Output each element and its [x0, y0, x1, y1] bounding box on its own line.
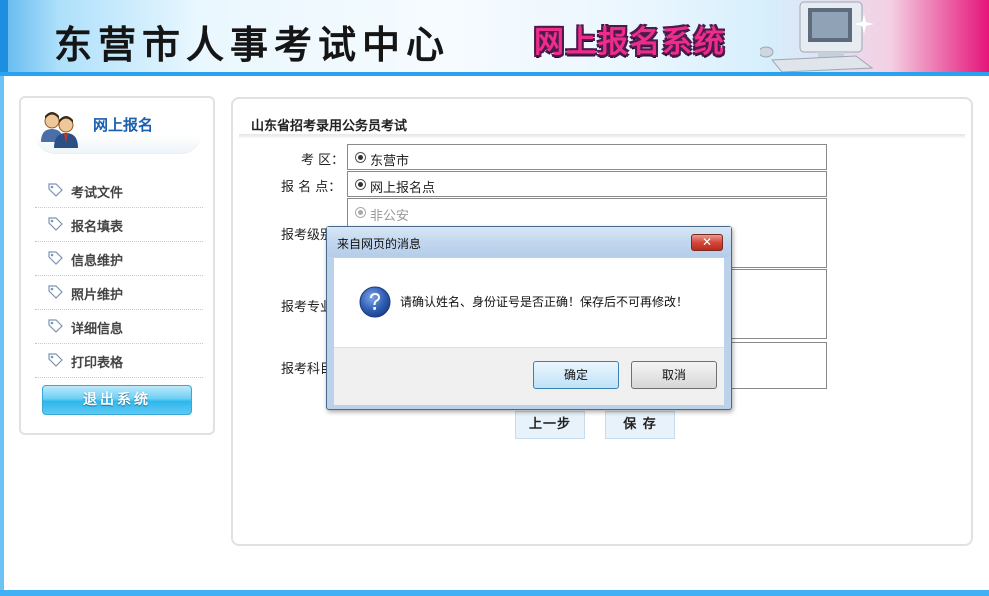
- sidebar-title: 网上报名: [93, 116, 154, 134]
- sidebar-item-label: 详细信息: [71, 322, 124, 337]
- cancel-button[interactable]: 取消: [631, 361, 717, 389]
- save-button[interactable]: 保 存: [605, 411, 675, 439]
- sidebar-item-print-form[interactable]: 打印表格: [35, 344, 203, 378]
- page-bottom-border: [0, 590, 989, 596]
- dialog-close-button[interactable]: ✕: [691, 234, 723, 251]
- exam-area-field: 东营市: [347, 144, 827, 170]
- site-title: 东营市人事考试中心: [54, 22, 451, 67]
- sidebar-item-exam-files[interactable]: 考试文件: [35, 174, 203, 208]
- close-icon: ✕: [701, 235, 713, 249]
- confirm-dialog: 来自网页的消息 ✕ 请确认姓名、身份证号是否正确！保存后不可再修改！ 确定 取消: [326, 226, 732, 410]
- dialog-titlebar[interactable]: 来自网页的消息 ✕: [327, 227, 731, 257]
- reg-point-radio[interactable]: [355, 179, 366, 190]
- previous-step-button[interactable]: 上一步: [515, 411, 585, 439]
- tag-icon: [48, 251, 63, 265]
- reg-point-label: 报 名 点：: [281, 180, 342, 195]
- sidebar-item-info-maintenance[interactable]: 信息维护: [35, 242, 203, 276]
- tag-icon: [48, 285, 63, 299]
- page-left-border: [0, 76, 4, 592]
- sidebar-item-label: 打印表格: [71, 356, 124, 371]
- system-title: 网上报名系统: [534, 25, 726, 60]
- sidebar-header: 网上报名: [35, 108, 201, 154]
- exam-area-label: 考 区：: [301, 153, 345, 168]
- exam-area-value: 东营市: [370, 154, 410, 169]
- question-icon: [359, 286, 391, 318]
- exam-area-radio[interactable]: [355, 152, 366, 163]
- dialog-message: 请确认姓名、身份证号是否正确！保存后不可再修改！: [400, 295, 689, 309]
- dialog-footer: 确定 取消: [334, 347, 724, 405]
- sidebar-item-label: 报名填表: [71, 220, 124, 235]
- sidebar-item-details[interactable]: 详细信息: [35, 310, 203, 344]
- level-radio[interactable]: [355, 207, 366, 218]
- ok-button[interactable]: 确定: [533, 361, 619, 389]
- sidebar-item-fill-form[interactable]: 报名填表: [35, 208, 203, 242]
- tag-icon: [48, 319, 63, 333]
- users-icon: [41, 112, 78, 148]
- sidebar-item-photo-maintenance[interactable]: 照片维护: [35, 276, 203, 310]
- dialog-body: 请确认姓名、身份证号是否正确！保存后不可再修改！: [334, 258, 724, 347]
- page-title: 山东省招考录用公务员考试: [251, 119, 408, 134]
- level-option: 非公安: [370, 209, 410, 224]
- sidebar-item-label: 照片维护: [71, 288, 124, 303]
- header-bottom-line: [0, 72, 989, 76]
- tag-icon: [48, 353, 63, 367]
- computer-icon: [760, 1, 874, 72]
- tag-icon: [48, 183, 63, 197]
- title-divider: [239, 134, 965, 138]
- sidebar: 网上报名 考试文件 报名填表 信息维护 照片维护 详细信息 打印表格 退出系统: [19, 96, 215, 435]
- logout-button[interactable]: 退出系统: [42, 385, 192, 415]
- sidebar-item-label: 信息维护: [71, 254, 124, 269]
- header-left-stripe: [0, 0, 8, 74]
- dialog-title: 来自网页的消息: [337, 237, 422, 251]
- reg-point-value: 网上报名点: [370, 181, 436, 196]
- sidebar-item-label: 考试文件: [71, 186, 124, 201]
- sidebar-menu: 考试文件 报名填表 信息维护 照片维护 详细信息 打印表格: [35, 174, 203, 378]
- header-banner: 东营市人事考试中心 网上报名系统: [0, 0, 989, 76]
- tag-icon: [48, 217, 63, 231]
- reg-point-field: 网上报名点: [347, 171, 827, 197]
